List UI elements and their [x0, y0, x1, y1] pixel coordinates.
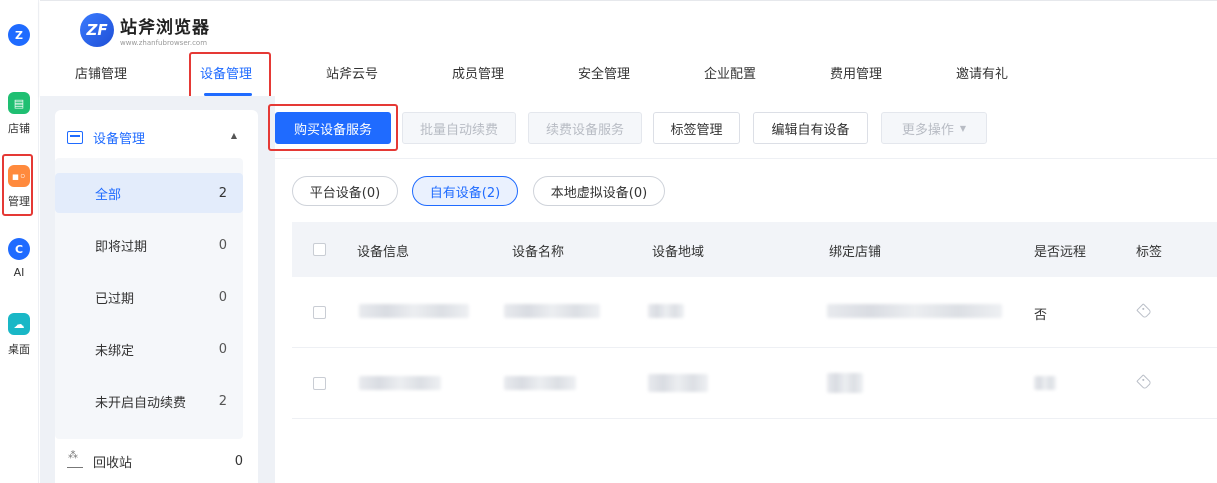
table-row[interactable]	[292, 348, 1217, 419]
edit-own-device-button[interactable]: 编辑自有设备	[753, 112, 868, 144]
rail-item-home[interactable]: Z	[0, 24, 38, 46]
col-device-info: 设备信息	[357, 245, 410, 260]
caret-up-icon[interactable]: ▲	[231, 131, 237, 140]
nav-store-management[interactable]: 店铺管理	[75, 63, 127, 82]
rail-item-ai[interactable]: C AI	[0, 238, 38, 279]
rail-label-desktop: 桌面	[8, 343, 30, 356]
sidebar-item-label: 未绑定	[95, 343, 135, 359]
filter-local-virtual-devices[interactable]: 本地虚拟设备(0)	[533, 176, 665, 206]
sidebar-item-expiring[interactable]: 即将过期 0	[55, 225, 243, 265]
redacted-device-region	[648, 374, 708, 392]
buy-device-service-button[interactable]: 购买设备服务	[275, 112, 391, 144]
sidebar-item-count: 2	[218, 393, 227, 409]
recycle-bin-icon	[67, 450, 83, 468]
sidebar-item-unbound[interactable]: 未绑定 0	[55, 329, 243, 369]
nav-zhanfu-cloud[interactable]: 站斧云号	[326, 63, 378, 82]
filter-own-devices[interactable]: 自有设备(2)	[412, 176, 518, 206]
table-row[interactable]: 否	[292, 277, 1217, 348]
col-bound-store: 绑定店铺	[829, 245, 882, 260]
sidebar-item-expired[interactable]: 已过期 0	[55, 277, 243, 317]
divider	[275, 158, 1217, 159]
tag-icon[interactable]	[1136, 374, 1152, 390]
brand-logo: ZF 站斧浏览器 www.zhanfubrowser.com	[80, 13, 210, 47]
nav-device-management[interactable]: 设备管理	[200, 63, 252, 82]
manage-icon: ▪◦	[8, 165, 30, 187]
browser-logo-icon: Z	[8, 24, 30, 46]
brand-url: www.zhanfubrowser.com	[120, 39, 208, 47]
redacted-bound-store	[827, 304, 1002, 318]
nav-enterprise-config[interactable]: 企业配置	[704, 63, 756, 82]
nav-invite-rewards[interactable]: 邀请有礼	[956, 63, 1008, 82]
col-device-region: 设备地域	[652, 245, 705, 260]
rail-label-store: 店铺	[8, 122, 30, 135]
sidebar-item-count: 0	[218, 237, 227, 253]
sidebar-item-all[interactable]: 全部 2	[55, 173, 243, 213]
sidebar-item-label: 未开启自动续费	[95, 395, 187, 411]
nav-member-management[interactable]: 成员管理	[452, 63, 504, 82]
sidebar-item-auto-renew-off[interactable]: 未开启自动续费 2	[55, 381, 243, 421]
sidebar-item-label: 回收站	[93, 456, 133, 471]
device-icon	[67, 131, 83, 144]
sidebar: 设备管理 ▲ 全部 2 即将过期 0 已过期 0 未绑定 0 未开启自动续费 2	[55, 110, 258, 483]
left-rail: Z ▤ 店铺 ▪◦ 管理 C AI ☁ 桌面	[0, 0, 39, 483]
ai-icon: C	[8, 238, 30, 260]
sidebar-item-label: 全部	[95, 187, 122, 203]
rail-label-manage: 管理	[8, 195, 30, 208]
header: ZF 站斧浏览器 www.zhanfubrowser.com 店铺管理 设备管理…	[40, 0, 1217, 96]
caret-down-icon: ▼	[959, 123, 967, 133]
remote-value: 否	[1034, 308, 1048, 323]
sidebar-item-count: 0	[234, 454, 243, 469]
filter-platform-devices[interactable]: 平台设备(0)	[292, 176, 398, 206]
select-all-checkbox[interactable]	[313, 243, 326, 256]
table-header: 设备信息 设备名称 设备地域 绑定店铺 是否远程 标签	[292, 222, 1217, 277]
brand-title: 站斧浏览器	[120, 18, 210, 38]
col-device-name: 设备名称	[512, 245, 565, 260]
tag-icon[interactable]	[1136, 303, 1152, 319]
row-checkbox[interactable]	[313, 377, 326, 390]
row-checkbox[interactable]	[313, 306, 326, 319]
redacted-device-info	[359, 376, 441, 390]
redacted-device-name	[504, 304, 600, 318]
rail-item-store[interactable]: ▤ 店铺	[0, 92, 38, 136]
sidebar-filter-group: 全部 2 即将过期 0 已过期 0 未绑定 0 未开启自动续费 2	[55, 158, 243, 439]
sidebar-item-count: 2	[218, 185, 227, 201]
rail-item-manage[interactable]: ▪◦ 管理	[0, 165, 38, 209]
sidebar-item-label: 即将过期	[95, 239, 148, 255]
rail-label-ai: AI	[13, 266, 25, 279]
nav-billing-management[interactable]: 费用管理	[830, 63, 882, 82]
more-actions-button[interactable]: 更多操作 ▼	[881, 112, 987, 144]
redacted-remote	[1034, 376, 1056, 390]
sidebar-section-header[interactable]: 设备管理 ▲	[67, 128, 247, 147]
tag-management-button[interactable]: 标签管理	[653, 112, 740, 144]
redacted-bound-store	[827, 373, 863, 393]
app-window: Z ▤ 店铺 ▪◦ 管理 C AI ☁ 桌面 ZF 站斧浏览器 www.zhan…	[0, 0, 1217, 483]
sidebar-item-count: 0	[218, 341, 227, 357]
redacted-device-name	[504, 376, 576, 390]
col-remote: 是否远程	[1034, 245, 1087, 260]
nav-security-management[interactable]: 安全管理	[578, 63, 630, 82]
sidebar-section-title: 设备管理	[93, 132, 146, 147]
store-icon: ▤	[8, 92, 30, 114]
renew-device-service-button[interactable]: 续费设备服务	[528, 112, 642, 144]
main-panel: 购买设备服务 批量自动续费 续费设备服务 标签管理 编辑自有设备 更多操作 ▼ …	[275, 96, 1217, 483]
redacted-device-info	[359, 304, 469, 318]
col-tags: 标签	[1136, 245, 1163, 260]
sidebar-item-recycle-bin[interactable]: 回收站 0	[67, 450, 243, 471]
batch-auto-renew-button[interactable]: 批量自动续费	[402, 112, 516, 144]
sidebar-item-count: 0	[218, 289, 227, 305]
sidebar-item-label: 已过期	[95, 291, 135, 307]
redacted-device-region	[648, 304, 684, 318]
cloud-desktop-icon: ☁	[8, 313, 30, 335]
brand-logo-icon: ZF	[80, 13, 114, 47]
rail-item-desktop[interactable]: ☁ 桌面	[0, 313, 38, 357]
more-actions-label: 更多操作	[901, 122, 954, 138]
